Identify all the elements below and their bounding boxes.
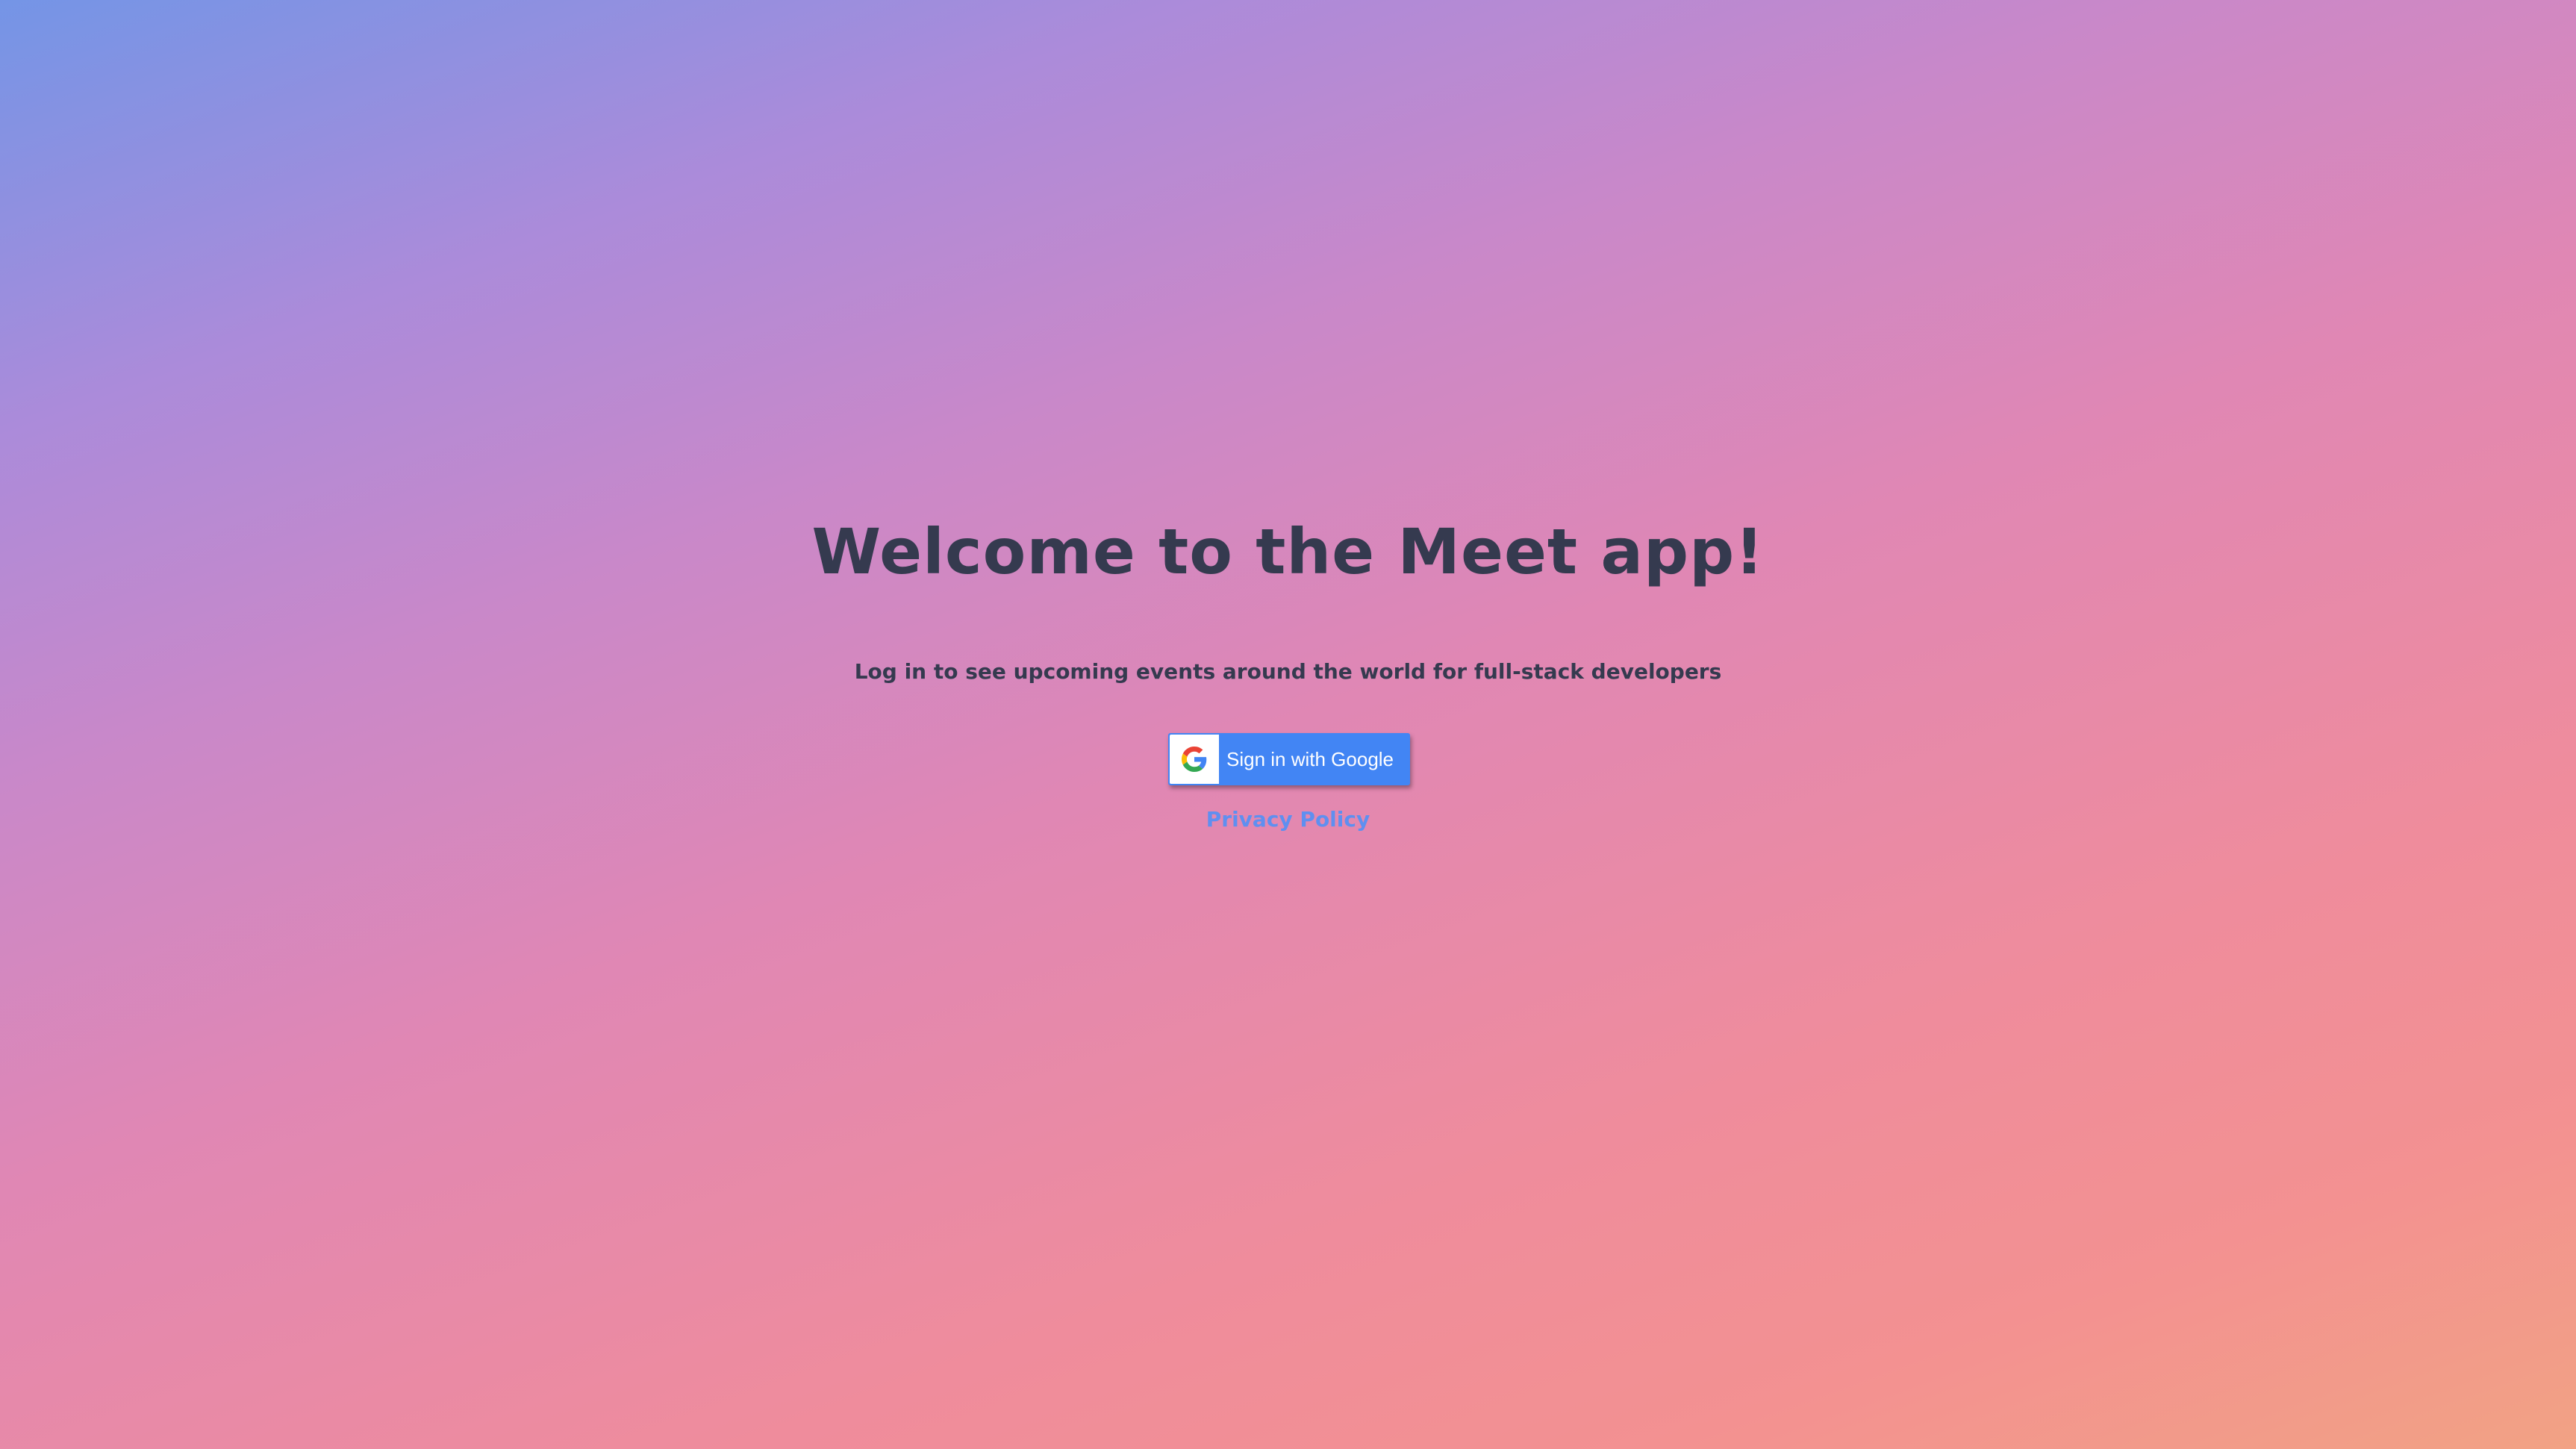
privacy-policy-container: Privacy Policy: [0, 805, 2576, 835]
page-subtitle: Log in to see upcoming events around the…: [854, 659, 1722, 684]
google-sign-in-label: Sign in with Google: [1226, 747, 1394, 770]
google-sign-in-button[interactable]: Sign in with Google: [1168, 733, 1410, 785]
google-g-icon: [1170, 735, 1219, 784]
welcome-screen: Welcome to the Meet app! Log in to see u…: [0, 0, 2576, 1449]
privacy-policy-link[interactable]: Privacy Policy: [1206, 807, 1370, 832]
page-title: Welcome to the Meet app!: [811, 515, 1765, 588]
